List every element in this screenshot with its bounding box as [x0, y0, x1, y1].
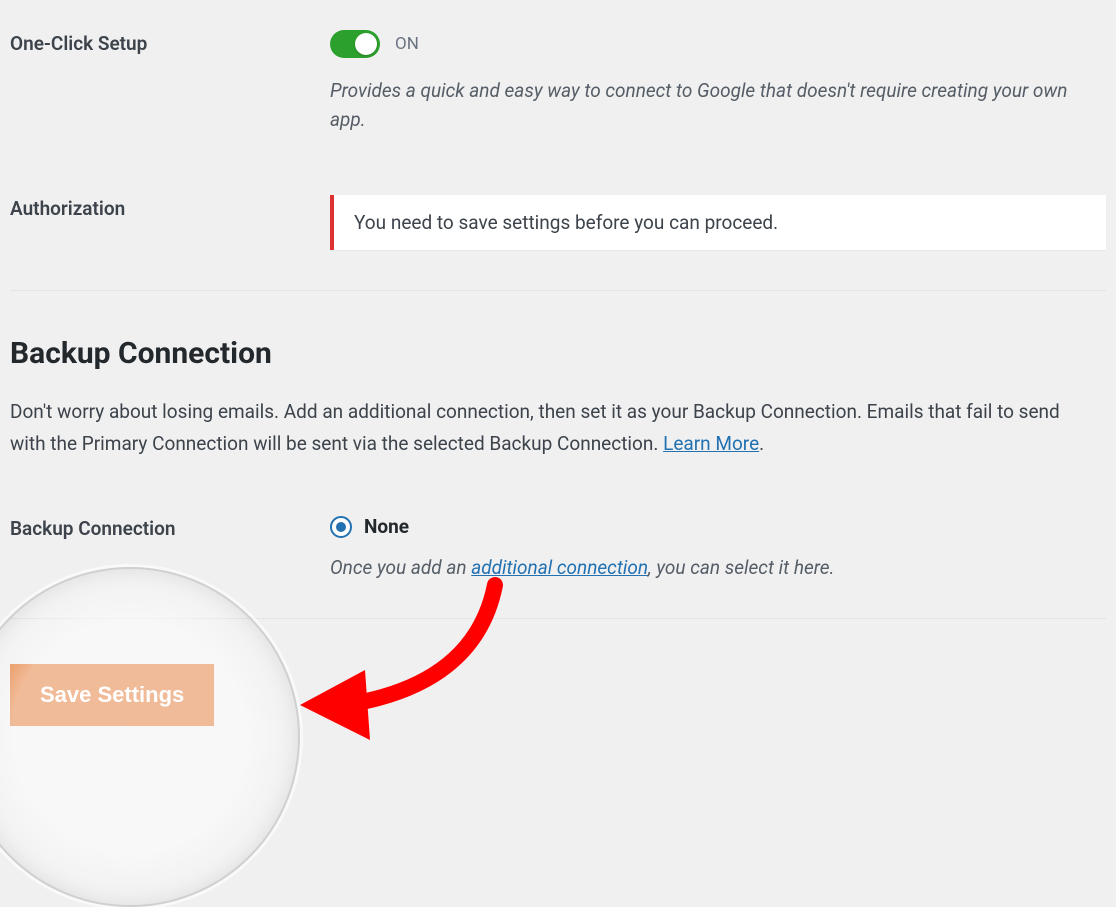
divider: [10, 290, 1106, 291]
toggle-state-text: ON: [395, 34, 419, 54]
backup-desc-text: Don't worry about losing emails. Add an …: [10, 400, 1060, 455]
backup-connection-hint: Once you add an additional connection, y…: [330, 553, 1090, 582]
authorization-alert-text: You need to save settings before you can…: [354, 211, 778, 234]
toggle-wrap: ON: [330, 30, 1106, 58]
authorization-field: You need to save settings before you can…: [330, 195, 1106, 250]
red-arrow-icon: [280, 560, 530, 760]
highlight-circle-icon: [0, 567, 300, 907]
learn-more-link[interactable]: Learn More: [663, 432, 759, 455]
hint-prefix: Once you add an: [330, 556, 471, 579]
toggle-knob-icon: [355, 33, 377, 55]
backup-connection-description: Don't worry about losing emails. Add an …: [10, 396, 1085, 461]
backup-option-none[interactable]: None: [330, 515, 1106, 538]
one-click-setup-toggle[interactable]: [330, 30, 380, 58]
authorization-label: Authorization: [10, 195, 330, 220]
one-click-setup-label: One-Click Setup: [10, 30, 330, 55]
authorization-row: Authorization You need to save settings …: [10, 135, 1106, 250]
radio-icon: [330, 516, 352, 538]
divider-2: [10, 618, 1106, 619]
backup-connection-row: Backup Connection None Once you add an a…: [10, 460, 1106, 582]
radio-dot-icon: [336, 522, 346, 532]
save-settings-button[interactable]: Save Settings: [10, 664, 214, 726]
backup-connection-label: Backup Connection: [10, 515, 330, 540]
one-click-setup-row: One-Click Setup ON Provides a quick and …: [10, 0, 1106, 135]
backup-connection-title: Backup Connection: [10, 336, 1106, 371]
backup-option-none-label: None: [364, 515, 409, 538]
additional-connection-link[interactable]: additional connection: [471, 556, 648, 579]
backup-connection-field: None Once you add an additional connecti…: [330, 515, 1106, 582]
hint-suffix: , you can select it here.: [648, 556, 834, 579]
one-click-setup-description: Provides a quick and easy way to connect…: [330, 76, 1090, 135]
one-click-setup-field: ON Provides a quick and easy way to conn…: [330, 30, 1106, 135]
authorization-alert: You need to save settings before you can…: [330, 195, 1106, 250]
